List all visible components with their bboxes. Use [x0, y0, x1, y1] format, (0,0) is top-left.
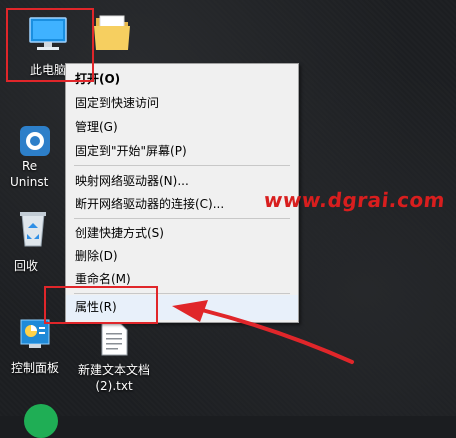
menu-item-manage[interactable]: 管理(G): [66, 115, 298, 139]
app-label-line2: Uninst: [10, 175, 49, 189]
text-document-label-line2: (2).txt: [95, 379, 133, 393]
menu-item-map-drive[interactable]: 映射网络驱动器(N)...: [66, 169, 298, 193]
app-label-line1: Re: [22, 159, 38, 173]
control-panel-shortcut[interactable]: 控制面板: [4, 318, 66, 376]
watermark-text: www.dgrai.com: [262, 188, 447, 212]
menu-separator: [74, 218, 290, 219]
menu-item-pin-start[interactable]: 固定到"开始"屏幕(P): [66, 139, 298, 163]
app-shortcut[interactable]: Re Uninst: [4, 124, 50, 190]
text-file-icon: [101, 322, 128, 356]
menu-item-delete[interactable]: 删除(D): [66, 244, 298, 268]
menu-item-pin-quick-access[interactable]: 固定到快速访问: [66, 91, 298, 115]
red-arrow-icon: [172, 300, 354, 364]
taskbar-app-icon[interactable]: [24, 404, 58, 438]
control-panel-label: 控制面板: [10, 361, 59, 375]
folder-icon: [94, 15, 130, 50]
recycle-bin-icon: [20, 212, 46, 247]
menu-item-create-shortcut[interactable]: 创建快捷方式(S): [66, 221, 298, 245]
highlight-box-this-pc: [6, 8, 94, 82]
recycle-bin-label: 回收: [14, 259, 39, 273]
text-document-label-line1: 新建文本文档: [77, 363, 150, 377]
recycle-bin-shortcut[interactable]: 回收: [14, 208, 50, 274]
highlight-box-properties: [44, 286, 158, 324]
app-icon: [20, 126, 50, 156]
menu-separator: [74, 165, 290, 166]
text-document-shortcut[interactable]: 新建文本文档 (2).txt: [72, 322, 156, 394]
folder-shortcut[interactable]: [92, 10, 136, 52]
menu-item-open[interactable]: 打开(O): [66, 67, 298, 91]
